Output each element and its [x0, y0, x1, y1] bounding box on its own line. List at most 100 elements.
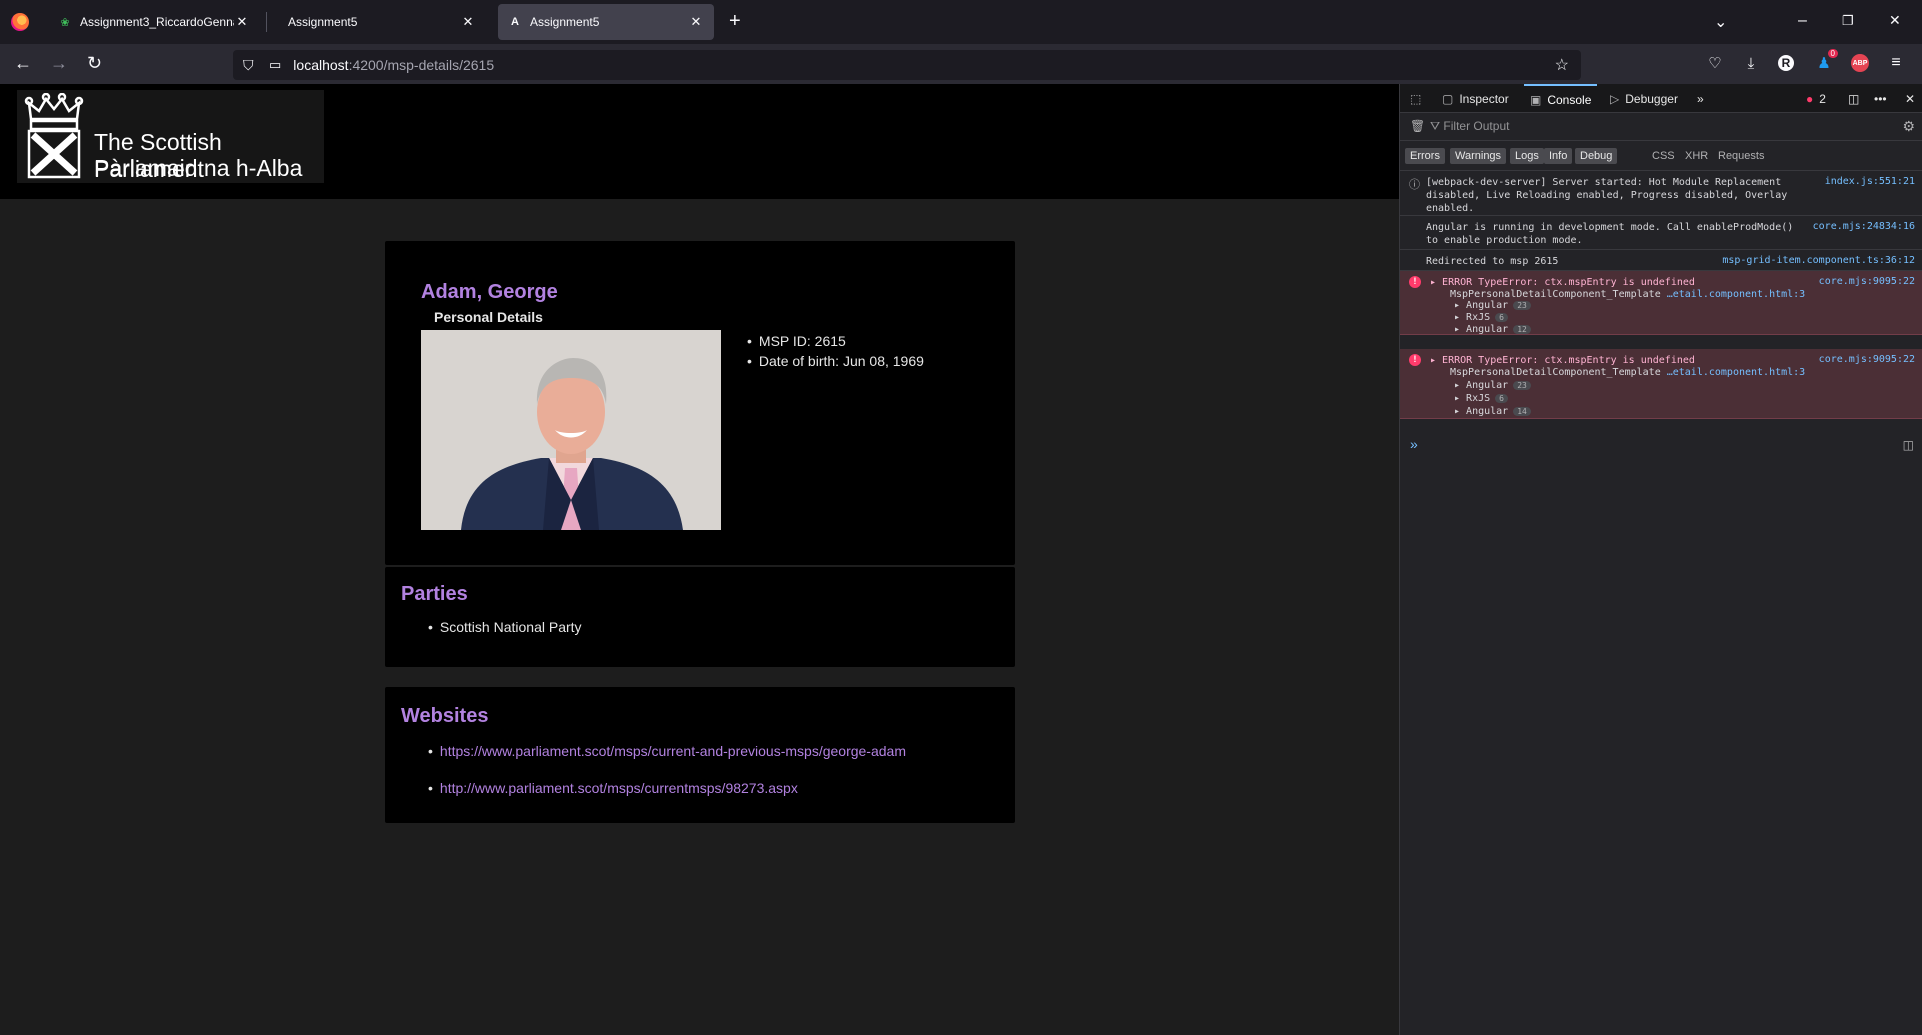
console-settings-icon[interactable]: ⚙	[1902, 118, 1915, 135]
stack-group[interactable]: ▸ RxJS 6	[1454, 393, 1508, 404]
filter-css[interactable]: CSS	[1647, 148, 1680, 164]
console-message: Redirected to msp 2615 msp-grid-item.com…	[1400, 250, 1922, 271]
stack-group[interactable]: ▸ Angular 23	[1454, 380, 1531, 391]
filter-logs[interactable]: Logs	[1510, 148, 1544, 164]
pocket-icon[interactable]: ♡	[1705, 53, 1725, 73]
error-icon: ●	[1806, 91, 1814, 106]
devtools-menu-icon[interactable]: •••	[1874, 84, 1887, 113]
filter-warnings[interactable]: Warnings	[1450, 148, 1507, 164]
filter-requests[interactable]: Requests	[1713, 148, 1769, 164]
trash-icon[interactable]: 🗑	[1410, 119, 1425, 133]
devtools-toolbar: ⬚ ▢ Inspector ▣ Console ▷ Debugger » ● 2 ◫ •…	[1400, 84, 1922, 113]
url-bar[interactable]: ⛉ ▭ localhost:4200/msp-details/2615 ☆	[233, 50, 1581, 80]
scottish-parliament-logo[interactable]: The Scottish Parliament Pàrlamaid na h-A…	[17, 90, 324, 183]
back-icon[interactable]: ←	[14, 53, 32, 74]
tab-assignment5-active[interactable]: A Assignment5 ✕	[498, 4, 714, 40]
close-icon[interactable]: ✕	[460, 14, 476, 30]
forward-icon[interactable]: →	[50, 53, 68, 74]
menu-icon[interactable]: ≡	[1886, 53, 1906, 73]
filter-debug[interactable]: Debug	[1575, 148, 1618, 164]
group-name: Angular	[1466, 380, 1509, 391]
console-message: Angular is running in development mode. …	[1400, 216, 1922, 250]
filter-xhr[interactable]: XHR	[1680, 148, 1713, 164]
error-source[interactable]: core.mjs:9095:22	[1819, 276, 1915, 287]
logo-line-gaelic: Pàrlamaid na h-Alba	[94, 155, 303, 181]
console-input[interactable]: »	[1410, 436, 1418, 452]
url-text[interactable]: localhost:4200/msp-details/2615	[293, 57, 494, 73]
close-window-icon[interactable]: ✕	[1889, 12, 1901, 29]
parties-list: Scottish National Party	[428, 619, 582, 635]
bookmark-star-icon[interactable]: ☆	[1555, 55, 1569, 75]
website-item: https://www.parliament.scot/msps/current…	[428, 741, 906, 761]
filter-errors[interactable]: Errors	[1405, 148, 1445, 164]
account-avatar[interactable]: R	[1778, 55, 1794, 71]
message-source[interactable]: core.mjs:24834:16	[1813, 221, 1915, 232]
url-host: localhost	[293, 57, 349, 73]
stack-group[interactable]: ▸ Angular 14	[1454, 406, 1531, 417]
site-header: The Scottish Parliament Pàrlamaid na h-A…	[0, 84, 1399, 199]
error-icon: !	[1409, 276, 1421, 288]
group-name: Angular	[1466, 300, 1509, 311]
console-icon: ▣	[1530, 92, 1542, 107]
msp-name: Adam, George	[421, 281, 558, 303]
restore-icon[interactable]: ❐	[1842, 13, 1854, 29]
close-devtools-icon[interactable]: ✕	[1905, 84, 1915, 113]
tab-assignment3[interactable]: ❀ Assignment3_RiccardoGennaro ✕	[48, 4, 260, 40]
new-tab-icon[interactable]: +	[729, 10, 741, 33]
console-level-filters: Errors Warnings Logs Info Debug CSS XHR …	[1400, 141, 1922, 171]
crown-crest-icon	[24, 93, 84, 179]
adblock-plus-icon[interactable]: ABP	[1851, 54, 1869, 72]
website-link[interactable]: http://www.parliament.scot/msps/currentm…	[440, 780, 798, 796]
stack-location[interactable]: …etail.component.html:3	[1667, 289, 1805, 300]
devtools-panel: ⬚ ▢ Inspector ▣ Console ▷ Debugger » ● 2 ◫ •…	[1399, 84, 1922, 1035]
close-icon[interactable]: ✕	[234, 14, 250, 30]
message-source[interactable]: msp-grid-item.component.ts:36:12	[1722, 255, 1915, 266]
close-icon[interactable]: ✕	[688, 14, 704, 30]
stack-group[interactable]: ▸ RxJS 6	[1454, 312, 1508, 323]
stack-frame: MspPersonalDetailComponent_Template …etai…	[1450, 366, 1805, 379]
filter-placeholder: Filter Output	[1443, 119, 1510, 133]
downloads-icon[interactable]: ⤓	[1741, 53, 1761, 73]
stack-location[interactable]: …etail.component.html:3	[1667, 367, 1805, 378]
group-count: 23	[1513, 301, 1531, 310]
website-link[interactable]: https://www.parliament.scot/msps/current…	[440, 743, 906, 759]
list-all-tabs-icon[interactable]: ⌄	[1714, 12, 1727, 32]
tab-inspector[interactable]: ▢ Inspector	[1442, 84, 1509, 113]
minimize-icon[interactable]: –	[1798, 12, 1807, 30]
page-info-icon[interactable]: ▭	[269, 57, 281, 73]
debugger-icon: ▷	[1610, 91, 1620, 106]
tab-title: Assignment5	[288, 15, 358, 29]
error-source[interactable]: core.mjs:9095:22	[1819, 354, 1915, 365]
error-count[interactable]: ● 2	[1806, 84, 1826, 113]
filter-input[interactable]: ⛛ Filter Output	[1430, 119, 1509, 134]
tab-label: Inspector	[1459, 91, 1509, 106]
filter-info[interactable]: Info	[1544, 148, 1573, 164]
reload-icon[interactable]: ↻	[87, 53, 102, 74]
websites-heading: Websites	[401, 705, 489, 727]
console-error: ! ▸ ERROR TypeError: ctx.mspEntry is und…	[1400, 271, 1922, 335]
tab-debugger[interactable]: ▷ Debugger	[1610, 84, 1678, 113]
tab-console[interactable]: ▣ Console	[1524, 84, 1598, 113]
dock-side-icon[interactable]: ◫	[1848, 84, 1859, 113]
tab-assignment5[interactable]: Assignment5 ✕	[270, 4, 486, 40]
group-name: Angular	[1466, 324, 1509, 335]
firefox-icon[interactable]	[11, 13, 29, 31]
shield-icon[interactable]: ⛉	[243, 57, 257, 73]
editor-mode-icon[interactable]: ◫	[1903, 438, 1914, 452]
parties-card: Parties Scottish National Party	[385, 567, 1015, 667]
url-path: :4200/msp-details/2615	[348, 57, 495, 73]
msp-portrait-image	[421, 330, 721, 530]
message-source[interactable]: index.js:551:21	[1825, 176, 1915, 187]
info-icon: ⓘ	[1409, 178, 1420, 191]
error-message: ERROR TypeError: ctx.mspEntry is undefin…	[1442, 277, 1695, 288]
error-icon: !	[1409, 354, 1421, 366]
extension-notifications-icon[interactable]: ♟ 0	[1814, 49, 1838, 73]
personal-details-card: Adam, George Personal Details MSP ID: 26…	[385, 241, 1015, 565]
more-tabs-icon[interactable]: »	[1697, 84, 1704, 113]
page-viewport: The Scottish Parliament Pàrlamaid na h-A…	[0, 84, 1399, 1035]
stack-group[interactable]: ▸ Angular 23	[1454, 300, 1531, 311]
tab-title: Assignment5	[530, 15, 600, 29]
websites-list: https://www.parliament.scot/msps/current…	[428, 741, 906, 798]
element-picker-icon[interactable]: ⬚	[1410, 84, 1427, 113]
stack-group[interactable]: ▸ Angular 12	[1454, 324, 1531, 335]
